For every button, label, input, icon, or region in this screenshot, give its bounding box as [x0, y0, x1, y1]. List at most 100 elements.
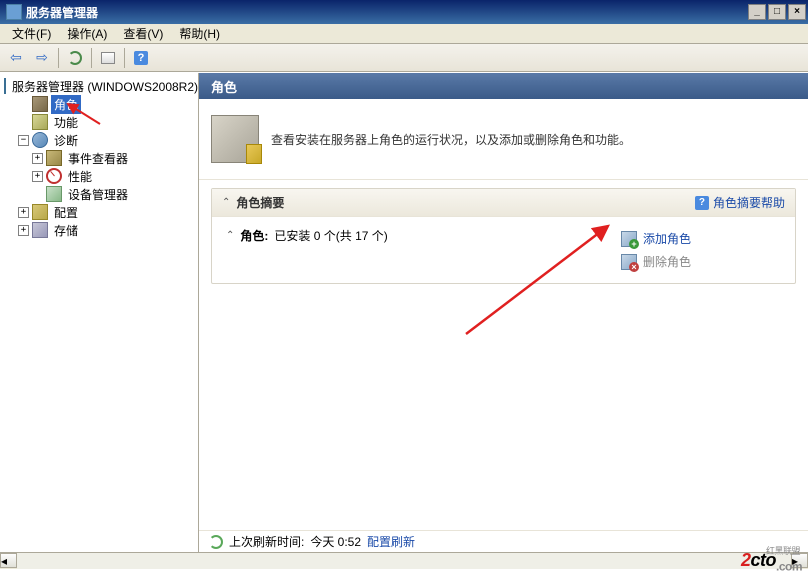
tool-refresh-button[interactable] [63, 47, 87, 69]
remove-roles-label: 删除角色 [643, 253, 691, 270]
menu-file[interactable]: 文件(F) [4, 23, 59, 44]
arrow-left-icon: ⇦ [10, 49, 22, 66]
tree-item-device-manager[interactable]: 设备管理器 [2, 185, 196, 203]
tree-storage-label: 存储 [51, 221, 81, 240]
content-panel: 角色 查看安装在服务器上角色的运行状况，以及添加或删除角色和功能。 ⌃ 角色摘要… [199, 73, 808, 552]
tree: 服务器管理器 (WINDOWS2008R2) 角色 功能 − 诊断 + 事件查看… [0, 73, 198, 243]
refresh-prefix: 上次刷新时间: [229, 533, 304, 550]
tree-root-label: 服务器管理器 (WINDOWS2008R2) [9, 77, 199, 96]
tree-collapse-icon[interactable]: − [18, 135, 29, 146]
close-button[interactable]: × [788, 4, 806, 20]
content-spacer [199, 292, 808, 530]
summary-actions: 添加角色 删除角色 [621, 227, 781, 273]
tree-item-features[interactable]: 功能 [2, 113, 196, 131]
horizontal-scrollbar[interactable]: ◂ ▸ [0, 552, 808, 569]
tree-item-config[interactable]: + 配置 [2, 203, 196, 221]
scroll-track[interactable] [17, 553, 791, 569]
content-header: 角色 [199, 73, 808, 99]
tree-expand-icon[interactable]: + [32, 171, 43, 182]
menu-view[interactable]: 查看(V) [115, 23, 171, 44]
tree-item-roles[interactable]: 角色 [2, 95, 196, 113]
tree-roles-label: 角色 [51, 95, 81, 114]
features-icon [32, 114, 48, 130]
roles-icon [32, 96, 48, 112]
roles-label: 角色: [240, 227, 268, 244]
roles-status: 已安装 0 个(共 17 个) [274, 227, 387, 244]
watermark-com: .com [776, 560, 802, 574]
summary-left: ⌃ 角色: 已安装 0 个(共 17 个) [226, 227, 621, 273]
tool-properties-button[interactable] [96, 47, 120, 69]
watermark-cn: 红黑联盟 [766, 544, 800, 557]
config-refresh-link[interactable]: 配置刷新 [367, 533, 415, 550]
roles-count-row: ⌃ 角色: 已安装 0 个(共 17 个) [226, 227, 621, 244]
tree-expand-icon[interactable]: + [18, 207, 29, 218]
event-viewer-icon [46, 150, 62, 166]
help-icon: ? [134, 51, 148, 65]
properties-icon [101, 52, 115, 64]
menu-help[interactable]: 帮助(H) [171, 23, 228, 44]
app-icon [6, 4, 22, 20]
tree-panel: 服务器管理器 (WINDOWS2008R2) 角色 功能 − 诊断 + 事件查看… [0, 73, 199, 552]
tree-config-label: 配置 [51, 203, 81, 222]
tree-perf-label: 性能 [65, 167, 95, 186]
device-manager-icon [46, 186, 62, 202]
separator [58, 48, 59, 68]
add-roles-icon [621, 231, 637, 247]
tree-item-event-viewer[interactable]: + 事件查看器 [2, 149, 196, 167]
tool-help-button[interactable]: ? [129, 47, 153, 69]
refresh-icon [68, 51, 82, 65]
tree-item-storage[interactable]: + 存储 [2, 221, 196, 239]
separator [91, 48, 92, 68]
tree-event-label: 事件查看器 [65, 149, 131, 168]
arrow-right-icon: ⇨ [36, 49, 48, 66]
tree-toggle-icon [32, 189, 43, 200]
tree-device-label: 设备管理器 [65, 185, 131, 204]
diagnostics-icon [32, 132, 48, 148]
refresh-time: 今天 0:52 [310, 533, 361, 550]
description-band: 查看安装在服务器上角色的运行状况，以及添加或删除角色和功能。 [199, 99, 808, 180]
performance-icon [46, 168, 62, 184]
role-summary-section: ⌃ 角色摘要 ? 角色摘要帮助 ⌃ 角色: 已安装 0 个(共 17 个) 添加… [211, 188, 796, 284]
roles-large-icon [211, 115, 259, 163]
remove-roles-icon [621, 254, 637, 270]
storage-icon [32, 222, 48, 238]
main-area: 服务器管理器 (WINDOWS2008R2) 角色 功能 − 诊断 + 事件查看… [0, 72, 808, 552]
remove-roles-link[interactable]: 删除角色 [621, 250, 781, 273]
statusbar: 上次刷新时间: 今天 0:52 配置刷新 [199, 530, 808, 552]
add-roles-label: 添加角色 [643, 230, 691, 247]
titlebar: 服务器管理器 _ □ × [0, 0, 808, 24]
description-text: 查看安装在服务器上角色的运行状况，以及添加或删除角色和功能。 [271, 131, 631, 148]
tree-diag-label: 诊断 [51, 131, 81, 150]
summary-title: 角色摘要 [236, 194, 695, 211]
server-icon [4, 78, 6, 94]
tree-toggle-icon [18, 117, 29, 128]
collapse-caret-icon[interactable]: ⌃ [222, 197, 230, 208]
add-roles-link[interactable]: 添加角色 [621, 227, 781, 250]
tree-item-performance[interactable]: + 性能 [2, 167, 196, 185]
window-title: 服务器管理器 [26, 4, 748, 21]
refresh-icon [209, 535, 223, 549]
watermark: 红黑联盟 2cto.com [741, 550, 802, 574]
scroll-left-button[interactable]: ◂ [0, 553, 17, 568]
nav-back-button[interactable]: ⇦ [4, 47, 28, 69]
help-icon: ? [695, 196, 709, 210]
tree-item-diagnostics[interactable]: − 诊断 [2, 131, 196, 149]
tree-toggle-icon [18, 99, 29, 110]
summary-body: ⌃ 角色: 已安装 0 个(共 17 个) 添加角色 删除角色 [212, 217, 795, 283]
caret-icon[interactable]: ⌃ [226, 230, 234, 241]
tree-features-label: 功能 [51, 113, 81, 132]
separator [124, 48, 125, 68]
tree-expand-icon[interactable]: + [32, 153, 43, 164]
tree-root[interactable]: 服务器管理器 (WINDOWS2008R2) [2, 77, 196, 95]
minimize-button[interactable]: _ [748, 4, 766, 20]
toolbar: ⇦ ⇨ ? [0, 44, 808, 72]
window-controls: _ □ × [748, 4, 806, 20]
menubar: 文件(F) 操作(A) 查看(V) 帮助(H) [0, 24, 808, 44]
nav-forward-button[interactable]: ⇨ [30, 47, 54, 69]
menu-action[interactable]: 操作(A) [59, 23, 115, 44]
summary-help-link[interactable]: 角色摘要帮助 [713, 194, 785, 211]
maximize-button[interactable]: □ [768, 4, 786, 20]
summary-header: ⌃ 角色摘要 ? 角色摘要帮助 [212, 189, 795, 217]
config-icon [32, 204, 48, 220]
tree-expand-icon[interactable]: + [18, 225, 29, 236]
